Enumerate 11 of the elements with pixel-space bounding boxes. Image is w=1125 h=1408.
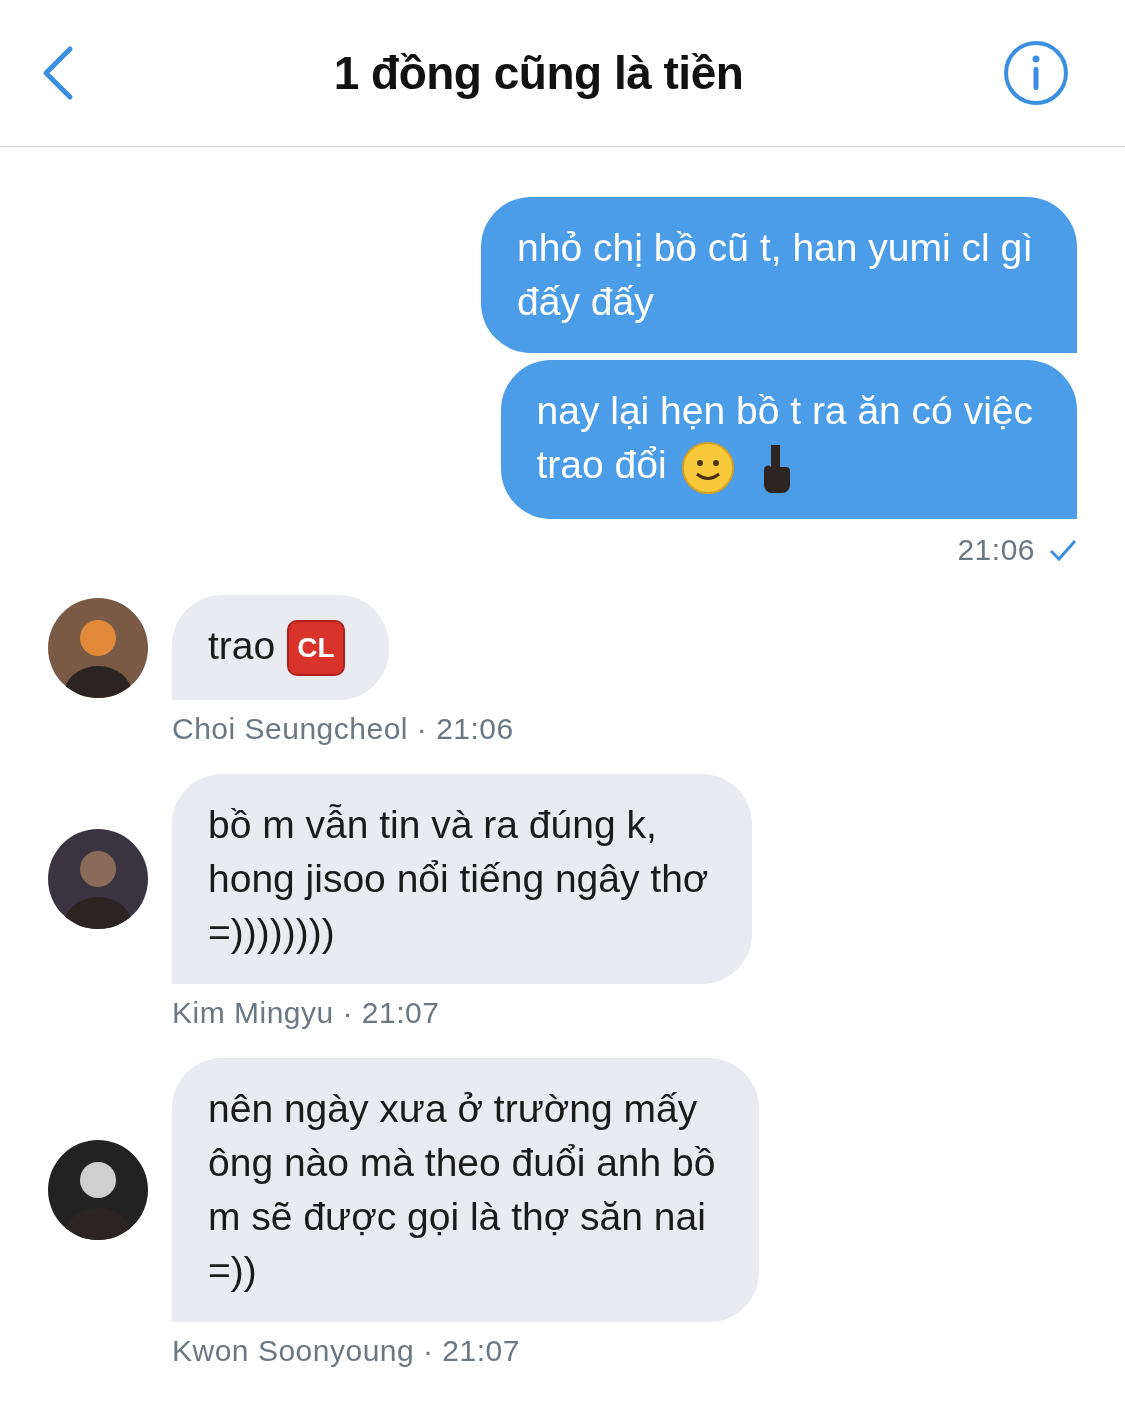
message-text: nên ngày xưa ở trường mấy ông nào mà theo đuổi anh bồ m sẽ được gọi là thợ săn nai =)) [208,1087,716,1293]
sender-time: Kwon Soonyoung · 21:07 [172,1334,520,1368]
smiley-icon [680,440,735,495]
info-icon[interactable] [1003,40,1069,106]
message-text: nhỏ chị bồ cũ t, han yumi cl gì đấy đấy [517,226,1033,323]
timestamp: 21:06 [957,532,1035,567]
message-text: bồ m vẫn tin và ra đúng k, hong jisoo nổi tiếng ngây thơ =)))))))) [208,803,709,955]
sender-time: Kim Mingyu · 21:07 [172,996,440,1030]
sender-time: Choi Seungcheol · 21:06 [172,712,514,746]
chat-title: 1 đồng cũng là tiền [333,46,744,100]
cl-badge: CL [287,620,345,677]
